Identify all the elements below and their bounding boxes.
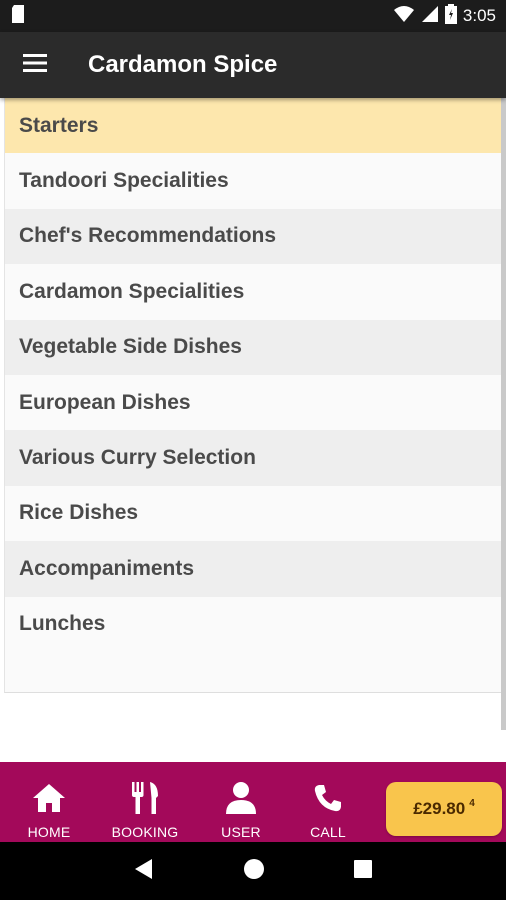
list-item-starters[interactable]: Starters [5,98,502,154]
signal-icon [421,5,439,28]
list-item-cardamon-specialities[interactable]: Cardamon Specialities [5,264,502,320]
list-item-label: Various Curry Selection [19,446,256,470]
list-item-various-curry-selection[interactable]: Various Curry Selection [5,430,502,486]
wifi-icon [393,5,415,28]
back-icon[interactable] [134,858,154,885]
list-item-label: Rice Dishes [19,501,139,525]
list-item-label: Lunches [19,612,106,636]
phone-icon [313,780,343,816]
list-item-lunches[interactable]: Lunches [5,596,502,652]
cart-total: £29.80 [413,799,466,818]
nav-home-button[interactable]: HOME [20,762,78,842]
list-item-label: Cardamon Specialities [19,279,245,303]
list-item-european-dishes[interactable]: European Dishes [5,374,502,431]
list-item-label: Chef's Recommendations [19,224,277,248]
sd-card-icon [10,4,26,29]
home-icon [32,780,66,816]
system-nav-bar [0,842,506,900]
fork-knife-icon [130,780,160,816]
nav-call-label: CALL [310,824,346,840]
nav-call-button[interactable]: CALL [302,762,354,842]
list-item-chefs-recommendations[interactable]: Chef's Recommendations [5,208,502,265]
bottom-nav: HOME BOOKING USER CALL £29.80 4 [0,762,506,842]
status-bar: 3:05 [0,0,506,32]
status-time: 3:05 [462,6,496,25]
nav-booking-label: BOOKING [111,824,179,840]
recents-square-icon[interactable] [353,859,372,883]
list-item-tandoori-specialities[interactable]: Tandoori Specialities [5,153,502,209]
cart-button[interactable]: £29.80 4 [386,782,502,836]
category-list: Starters Tandoori Specialities Chef's Re… [4,98,502,693]
list-item-rice-dishes[interactable]: Rice Dishes [5,485,502,542]
app-bar: Cardamon Spice [0,32,506,98]
list-item-label: Accompaniments [19,556,195,580]
page-title: Cardamon Spice [88,51,278,78]
list-item-label: Vegetable Side Dishes [19,335,242,359]
list-item-label: Starters [19,113,99,137]
nav-booking-button[interactable]: BOOKING [108,762,182,842]
list-item-label: Tandoori Specialities [19,169,229,193]
list-footer-space [5,651,502,692]
scrollbar[interactable] [501,98,506,730]
list-item-accompaniments[interactable]: Accompaniments [5,541,502,597]
nav-user-label: USER [221,824,261,840]
home-circle-icon[interactable] [243,858,265,885]
menu-button[interactable] [0,32,70,98]
user-icon [225,780,257,816]
nav-user-button[interactable]: USER [214,762,268,842]
list-item-vegetable-side-dishes[interactable]: Vegetable Side Dishes [5,319,502,375]
nav-home-label: HOME [27,824,71,840]
list-item-label: European Dishes [19,390,191,414]
hamburger-menu-icon [23,53,47,78]
battery-icon [444,3,457,29]
cart-count-badge: 4 [469,797,475,809]
